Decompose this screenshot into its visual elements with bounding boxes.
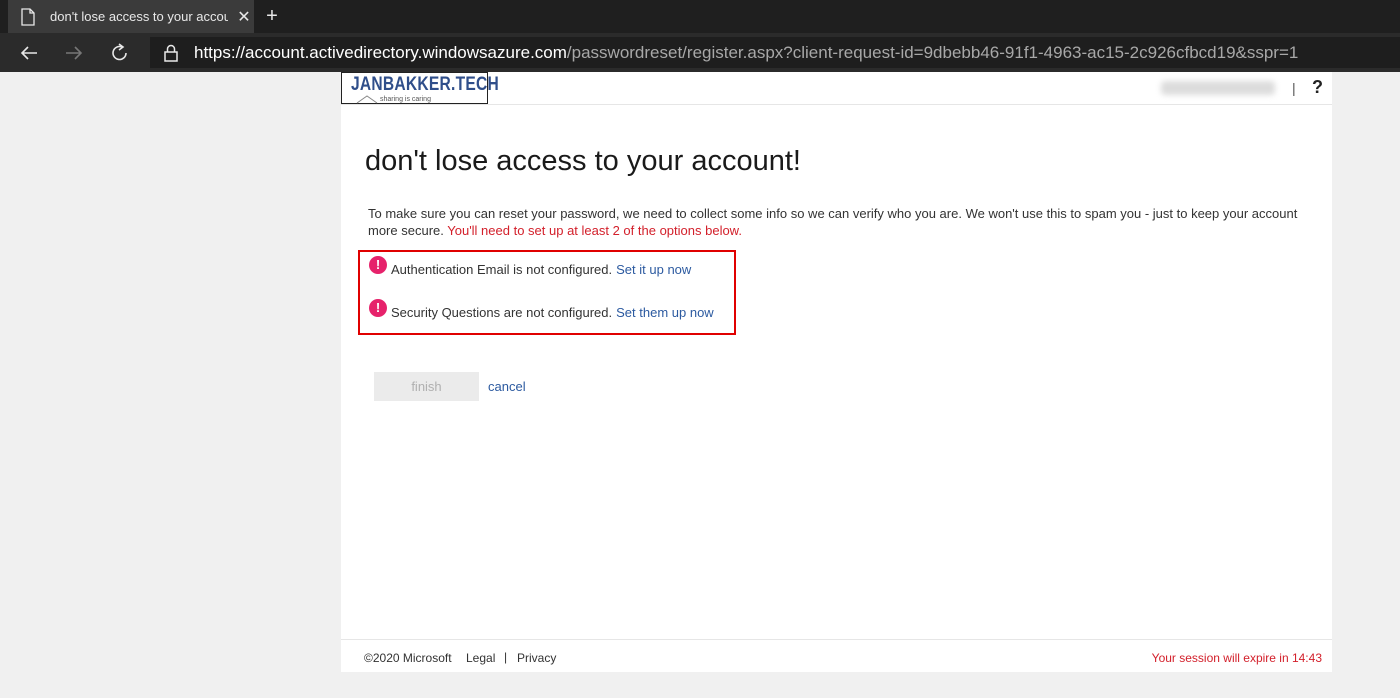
user-email-blurred[interactable] [1161,81,1275,95]
page-icon [21,7,35,26]
logo-text: JANBAKKER.TECH [351,74,500,95]
page-header: JANBAKKER.TECH sharing is caring | ? [341,72,1332,105]
page-footer: ©2020 Microsoft Legal | Privacy Your ses… [341,639,1332,672]
intro-warning: You'll need to set up at least 2 of the … [447,223,742,238]
security-questions-status: Security Questions are not configured. [391,304,613,320]
new-tab-icon[interactable]: + [261,5,283,27]
help-icon[interactable]: ? [1312,77,1323,98]
intro-text: To make sure you can reset your password… [368,205,1313,239]
address-bar[interactable]: https://account.activedirectory.windowsa… [150,37,1400,68]
setup-questions-link[interactable]: Set them up now [616,305,714,320]
tab-title: don't lose access to your account! [50,9,228,24]
cancel-link[interactable]: cancel [488,379,526,394]
session-timer: Your session will expire in 14:43 [1151,651,1322,665]
browser-tab-bar: don't lose access to your account! ✕ + [0,0,1400,33]
close-icon[interactable]: ✕ [236,7,252,27]
page-title: don't lose access to your account! [365,145,801,177]
company-logo: JANBAKKER.TECH sharing is caring [341,72,499,104]
forward-icon[interactable] [62,41,86,65]
logo-tagline: sharing is caring [380,96,431,103]
url-path: /passwordreset/register.aspx?client-requ… [566,42,1299,62]
header-separator: | [1292,80,1296,96]
auth-email-item: ! Authentication Email is not configured… [369,256,691,278]
url-host: https://account.activedirectory.windowsa… [194,42,567,62]
security-questions-item: ! Security Questions are not configured.… [369,299,714,321]
setup-email-link[interactable]: Set it up now [616,262,691,277]
back-icon[interactable] [17,41,41,65]
lock-icon [164,44,178,62]
page-content: JANBAKKER.TECH sharing is caring | ? don… [341,72,1332,672]
finish-button[interactable]: finish [374,372,479,401]
house-icon [356,95,378,104]
browser-nav-bar: https://account.activedirectory.windowsa… [0,33,1400,72]
warning-icon: ! [369,299,387,317]
browser-tab[interactable]: don't lose access to your account! ✕ [8,0,254,33]
privacy-link[interactable]: Privacy [517,651,556,665]
refresh-icon[interactable] [108,41,132,65]
legal-link[interactable]: Legal [466,651,495,665]
auth-email-status: Authentication Email is not configured. [391,261,613,277]
copyright: ©2020 Microsoft [364,651,452,665]
warning-icon: ! [369,256,387,274]
footer-separator: | [504,650,508,664]
